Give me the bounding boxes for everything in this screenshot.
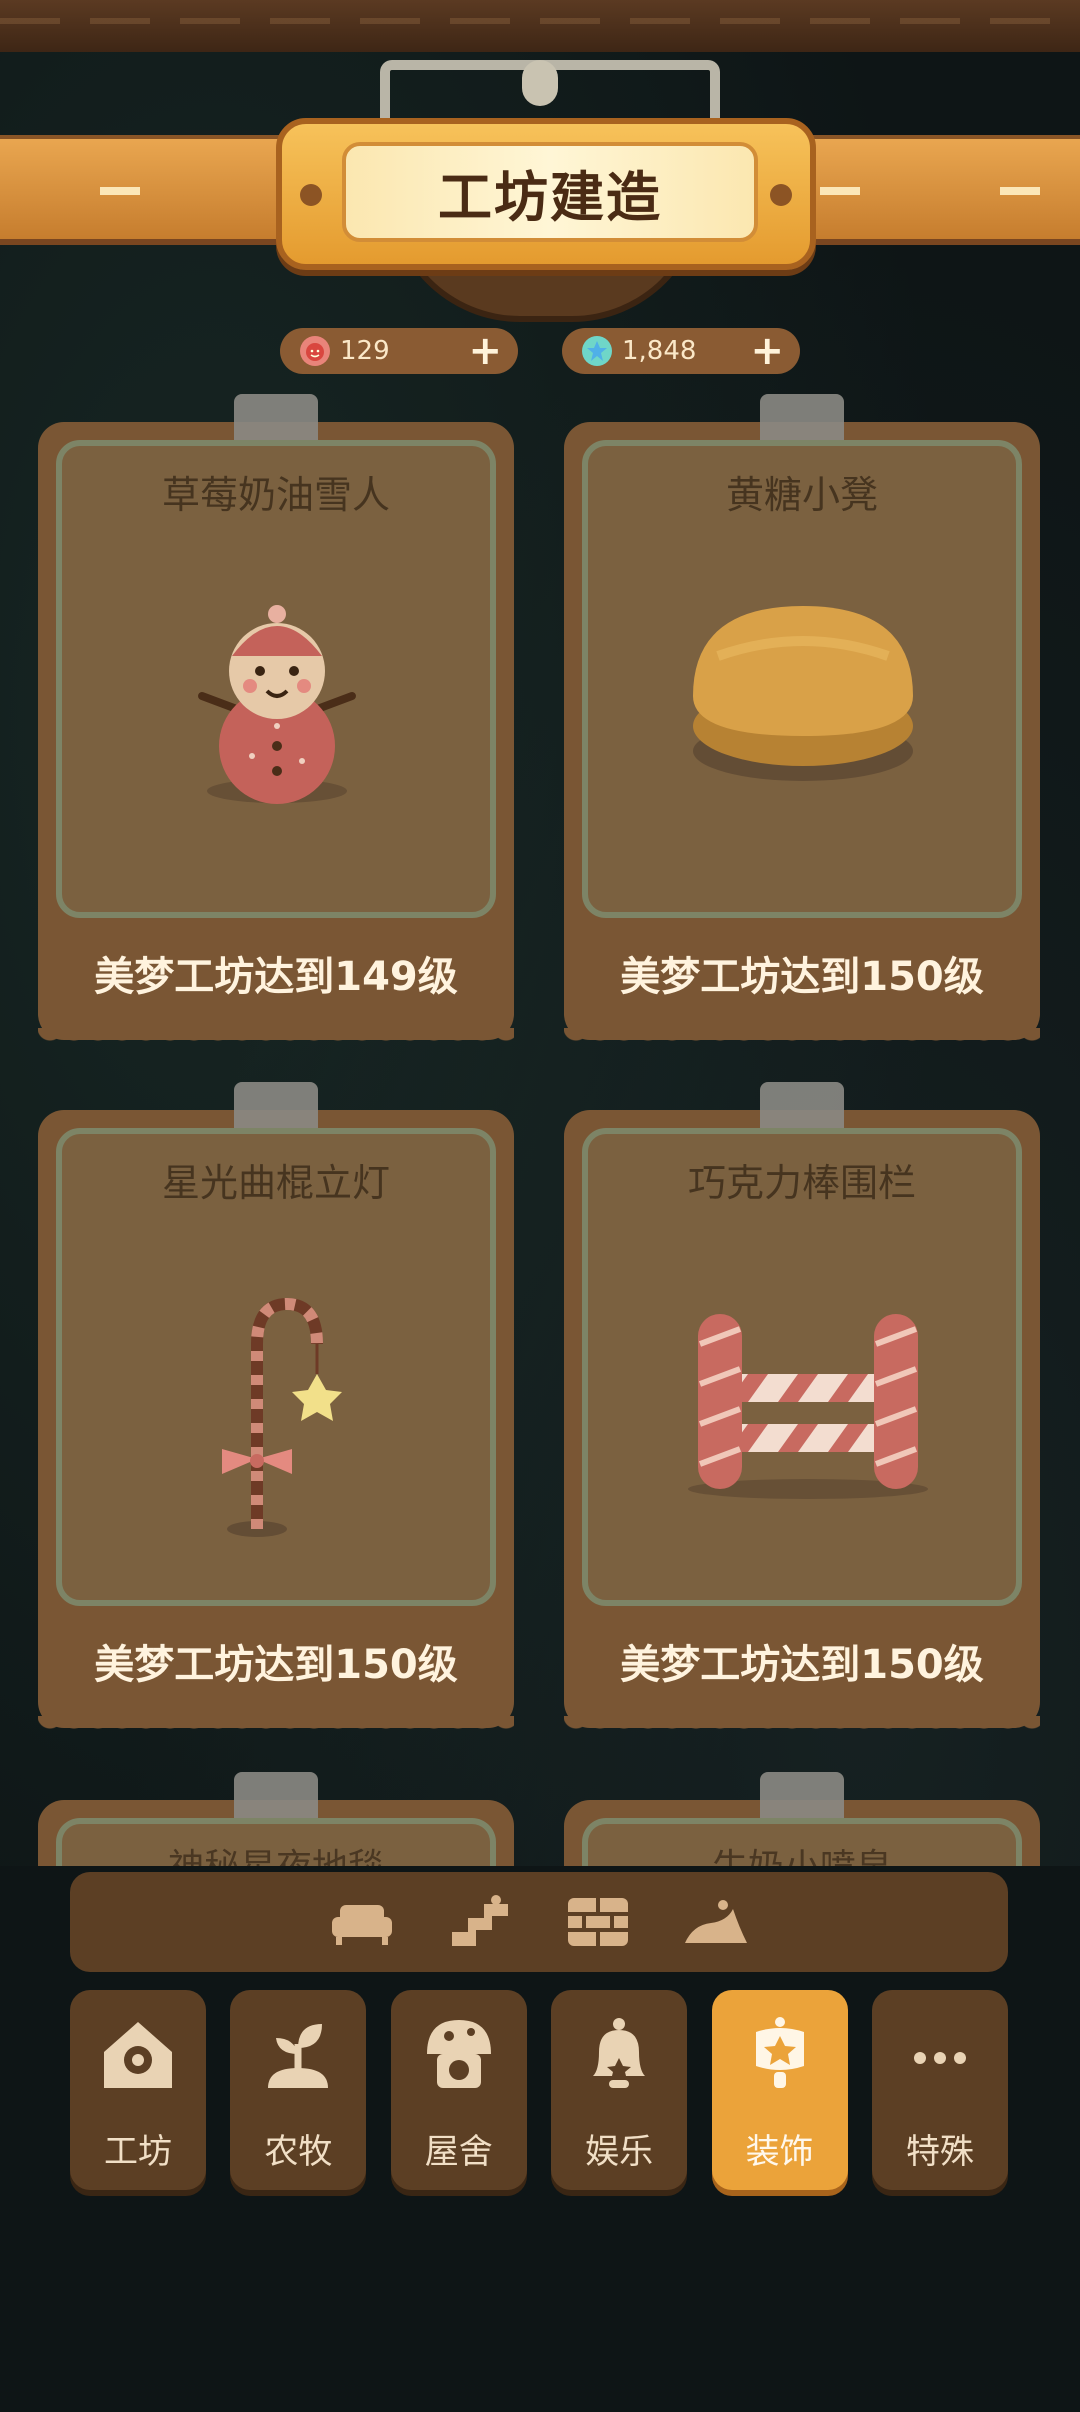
- tab-label: 农牧: [264, 2132, 333, 2172]
- screw-icon: [300, 184, 322, 206]
- sprout-icon: [268, 2024, 329, 2088]
- card-title: 黄糖小凳: [725, 473, 878, 517]
- mushroom-house-icon: [426, 2020, 491, 2088]
- brick-wall-icon[interactable]: [559, 1887, 637, 1957]
- card-requirement: 美梦工坊达到150级: [620, 954, 984, 1000]
- card-title: 星光曲棍立灯: [161, 1161, 390, 1205]
- currency-value: 129: [340, 336, 390, 366]
- hanger-knob: [522, 60, 558, 106]
- bottom-navigation: 工坊 农牧 屋舍 娱乐 装饰 特殊: [70, 1990, 1008, 2190]
- tab-decoration[interactable]: 装饰: [711, 1990, 848, 2190]
- build-card[interactable]: 星光曲棍立灯 美梦工坊达到150级: [38, 1082, 514, 1740]
- card-requirement: 美梦工坊达到149级: [94, 954, 458, 1000]
- ground-icon[interactable]: [677, 1887, 755, 1957]
- candy-fence-icon: [688, 1314, 928, 1499]
- tab-entertainment[interactable]: 娱乐: [551, 1990, 688, 2190]
- card-requirement: 美梦工坊达到150级: [94, 1642, 458, 1688]
- title-plate: 工坊建造: [276, 118, 816, 270]
- screw-icon: [770, 184, 792, 206]
- strawberry-coin-icon: [300, 336, 330, 366]
- bell-icon: [593, 2018, 646, 2088]
- build-card[interactable]: 巧克力棒围栏 美梦工坊达到150级: [564, 1082, 1040, 1740]
- add-currency-button[interactable]: +: [468, 331, 502, 371]
- add-currency-button[interactable]: +: [750, 331, 784, 371]
- tab-label: 装饰: [745, 2132, 814, 2172]
- currency-gem[interactable]: 1,848 +: [562, 328, 800, 374]
- build-card[interactable]: 黄糖小凳 美梦工坊达到150级: [564, 394, 1040, 1052]
- lantern-icon: [755, 2017, 804, 2088]
- star-gem-icon: [582, 336, 612, 366]
- tab-label: 屋舍: [424, 2132, 493, 2172]
- sofa-icon[interactable]: [323, 1887, 401, 1957]
- tab-label: 工坊: [104, 2132, 172, 2172]
- tab-houses[interactable]: 屋舍: [390, 1990, 527, 2190]
- card-title: 巧克力棒围栏: [687, 1161, 916, 1205]
- tab-label: 娱乐: [585, 2132, 654, 2172]
- tab-farming[interactable]: 农牧: [230, 1990, 367, 2190]
- house-gear-icon: [104, 2022, 172, 2088]
- card-title: 草莓奶油雪人: [161, 473, 390, 517]
- page-title: 工坊建造: [438, 165, 662, 229]
- snowman-icon: [198, 605, 356, 804]
- tab-special[interactable]: 特殊: [871, 1990, 1008, 2190]
- currency-strawberry[interactable]: 129 +: [280, 328, 518, 374]
- top-wood-strip: [0, 0, 1080, 52]
- tab-workshop[interactable]: 工坊: [70, 1990, 206, 2190]
- currency-value: 1,848: [622, 336, 697, 366]
- subcategory-bar: [70, 1872, 1008, 1972]
- stool-icon: [693, 606, 913, 781]
- build-card[interactable]: 草莓奶油雪人 美梦工坊达到149级: [38, 394, 514, 1052]
- card-requirement: 美梦工坊达到150级: [620, 1642, 984, 1688]
- more-icon: [913, 2052, 966, 2064]
- tab-label: 特殊: [905, 2132, 974, 2172]
- stairs-icon[interactable]: [441, 1887, 519, 1957]
- candy-lamp-icon: [222, 1297, 342, 1537]
